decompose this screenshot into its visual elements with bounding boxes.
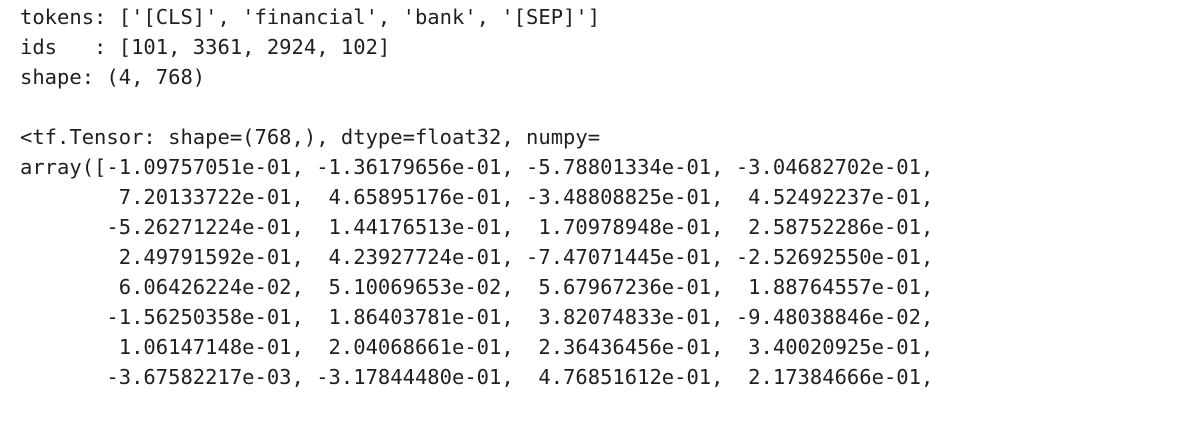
code-output-panel: tokens: ['[CLS]', 'financial', 'bank', '… <box>0 0 1202 440</box>
output-line-tokens: tokens: ['[CLS]', 'financial', 'bank', '… <box>20 5 601 29</box>
output-line-tensor-header: <tf.Tensor: shape=(768,), dtype=float32,… <box>20 125 601 149</box>
output-line-array-row: 6.06426224e-02, 5.10069653e-02, 5.679672… <box>20 275 934 299</box>
output-line-ids: ids : [101, 3361, 2924, 102] <box>20 35 391 59</box>
output-line-array-row: -3.67582217e-03, -3.17844480e-01, 4.7685… <box>20 365 934 389</box>
output-line-array-row: -5.26271224e-01, 1.44176513e-01, 1.70978… <box>20 215 934 239</box>
output-line-array-row: 1.06147148e-01, 2.04068661e-01, 2.364364… <box>20 335 934 359</box>
output-line-shape: shape: (4, 768) <box>20 65 206 89</box>
output-line-array-row: array([-1.09757051e-01, -1.36179656e-01,… <box>20 155 934 179</box>
output-line-blank <box>20 92 1202 122</box>
output-line-array-row: -1.56250358e-01, 1.86403781e-01, 3.82074… <box>20 305 934 329</box>
output-line-array-row: 7.20133722e-01, 4.65895176e-01, -3.48808… <box>20 185 934 209</box>
output-line-array-row: 2.49791592e-01, 4.23927724e-01, -7.47071… <box>20 245 934 269</box>
